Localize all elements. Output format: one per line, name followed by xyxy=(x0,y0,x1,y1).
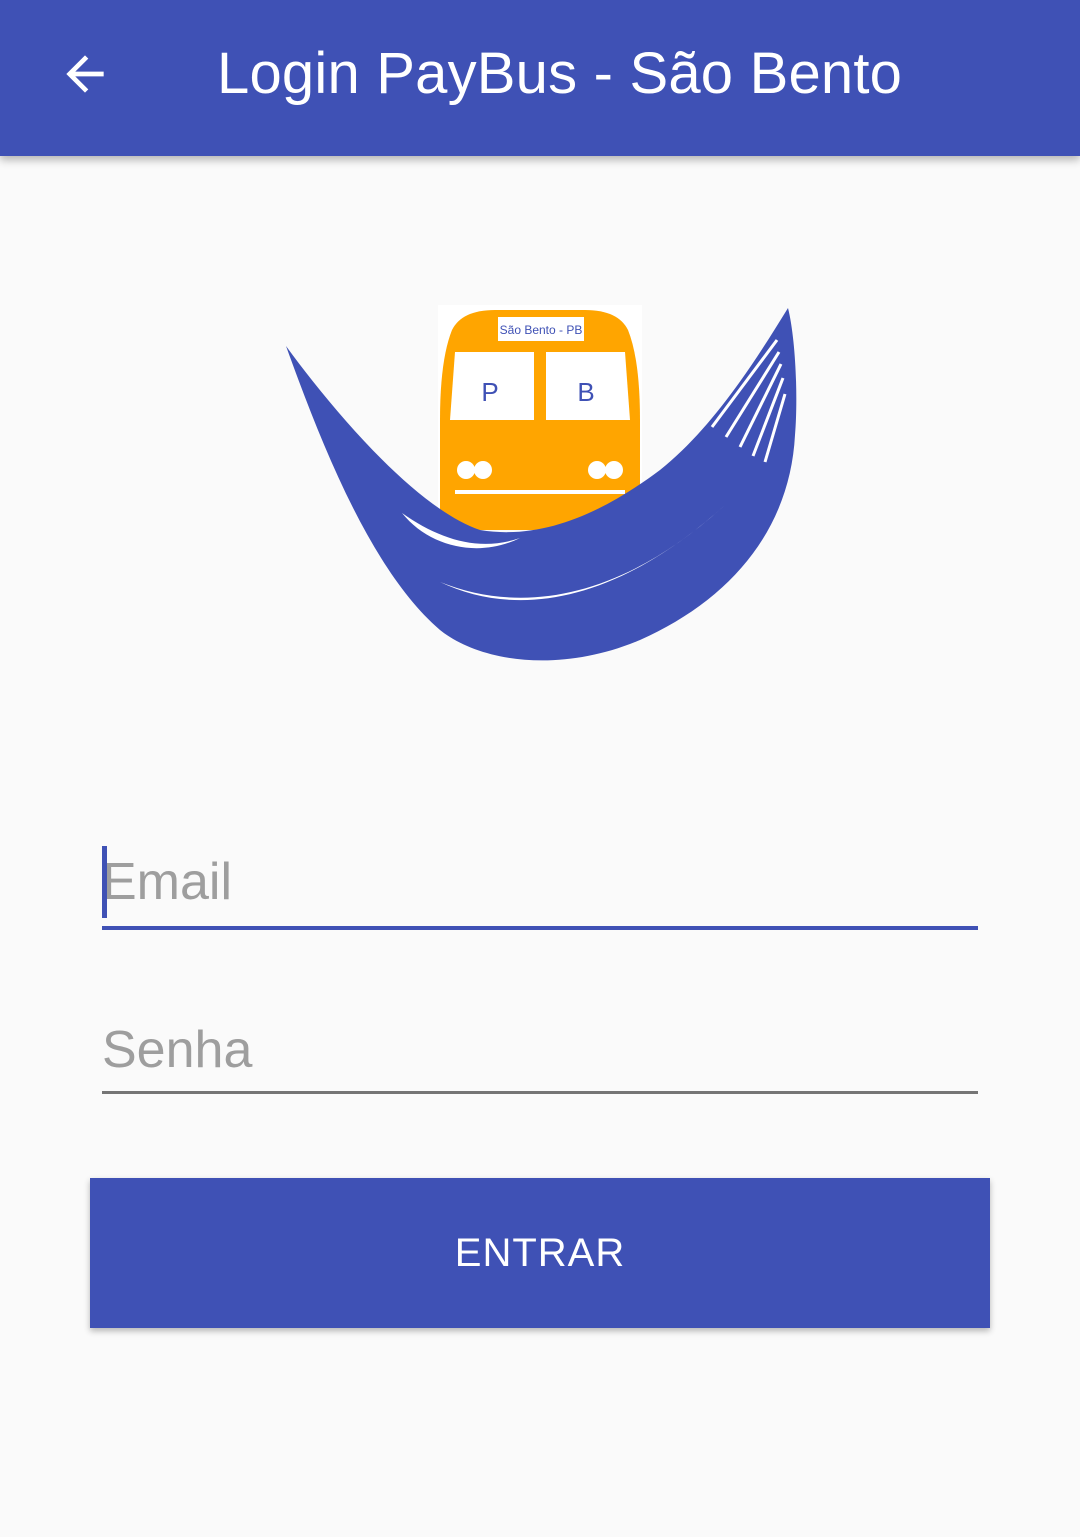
login-button[interactable]: ENTRAR xyxy=(90,1178,990,1328)
back-button[interactable] xyxy=(40,26,130,122)
arrow-left-icon xyxy=(66,55,104,93)
bus-window-letter-left: P xyxy=(481,377,498,407)
login-screen: Login PayBus - São Bento São Bento - PB … xyxy=(0,0,1080,1537)
bus-icon: São Bento - PB P B xyxy=(438,305,642,530)
bus-destination-sign: São Bento - PB xyxy=(500,323,583,337)
email-underline xyxy=(102,926,978,930)
paybus-logo: São Bento - PB P B xyxy=(286,305,797,661)
password-input[interactable] xyxy=(102,1010,978,1090)
password-underline xyxy=(102,1091,978,1094)
password-field xyxy=(102,1010,978,1094)
email-input[interactable] xyxy=(102,842,978,922)
text-cursor xyxy=(102,846,107,918)
app-toolbar: Login PayBus - São Bento xyxy=(0,0,1080,156)
email-field xyxy=(102,842,978,930)
bus-window-letter-right: B xyxy=(577,377,594,407)
page-title: Login PayBus - São Bento xyxy=(217,41,903,106)
